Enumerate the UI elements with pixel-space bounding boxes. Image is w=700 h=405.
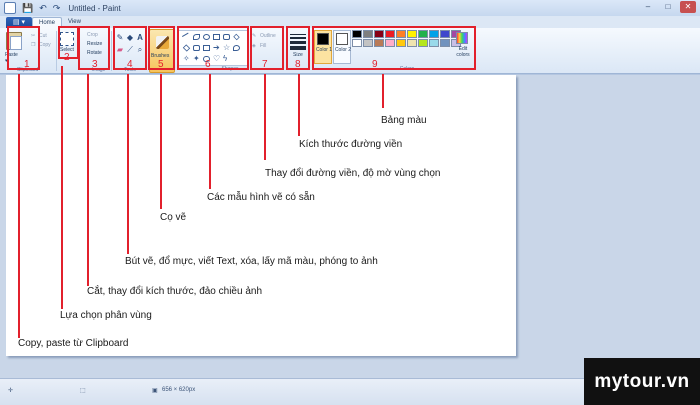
callout-number: 9 <box>372 59 378 70</box>
callout-line <box>382 74 384 108</box>
callout-line <box>87 74 89 286</box>
callout-number: 3 <box>92 59 98 70</box>
callout-line <box>61 66 63 309</box>
cut-label[interactable]: Cut <box>39 33 47 39</box>
callout-box-colors <box>312 26 476 70</box>
copy-label[interactable]: Copy <box>39 42 51 48</box>
annotation-clipboard: Copy, paste từ Clipboard <box>18 338 129 349</box>
annotation-size: Kích thước đường viền <box>299 139 403 150</box>
annotation-tools: Bút vẽ, đổ mực, viết Text, xóa, lấy mã m… <box>125 256 378 267</box>
callout-number: 2 <box>64 52 70 63</box>
callout-number: 8 <box>295 59 301 70</box>
paint-app-icon <box>4 2 16 14</box>
callout-number: 1 <box>24 59 30 70</box>
callout-line <box>18 74 20 338</box>
callout-number: 5 <box>158 59 164 70</box>
maximize-icon[interactable]: □ <box>660 1 676 13</box>
minimize-icon[interactable]: – <box>640 1 656 13</box>
title-bar: 💾 ↶ ↷ Untitled - Paint – □ ✕ <box>0 0 700 16</box>
cursor-position-icon: ✛ <box>8 388 14 394</box>
callout-box-shapes <box>177 26 249 70</box>
ribbon: Paste ▾ ✂ Cut ❐ Copy Clipboard Select Cr… <box>0 26 700 74</box>
callout-number: 4 <box>127 59 133 70</box>
selection-size-icon: ⬚ <box>80 388 86 394</box>
annotation-brushes: Cọ vẽ <box>160 212 187 223</box>
image-size-icon: ▣ <box>152 388 158 394</box>
annotation-image: Cắt, thay đổi kích thước, đảo chiều ảnh <box>87 286 263 297</box>
annotation-palette: Bảng màu <box>381 115 427 126</box>
callout-line <box>264 74 266 160</box>
callout-line <box>209 74 211 189</box>
callout-number: 6 <box>205 59 211 70</box>
redo-icon[interactable]: ↷ <box>53 3 61 14</box>
undo-icon[interactable]: ↶ <box>39 3 47 14</box>
callout-line <box>298 74 300 136</box>
window-controls: – □ ✕ <box>640 1 696 13</box>
callout-line <box>127 74 129 254</box>
window-title: Untitled - Paint <box>68 3 121 13</box>
work-area <box>0 75 700 378</box>
save-icon[interactable]: 💾 <box>22 3 33 14</box>
callout-line <box>160 74 162 209</box>
annotation-select: Lựa chọn phân vùng <box>60 310 152 321</box>
brand-watermark: mytour.vn <box>584 358 700 405</box>
annotation-outline: Thay đổi đường viền, độ mờ vùng chọn <box>265 168 441 179</box>
callout-number: 7 <box>262 59 268 70</box>
annotation-shapes: Các mẫu hình vẽ có sẵn <box>207 192 315 203</box>
image-dimensions: 656 × 620px <box>162 387 196 393</box>
close-icon[interactable]: ✕ <box>680 1 696 13</box>
